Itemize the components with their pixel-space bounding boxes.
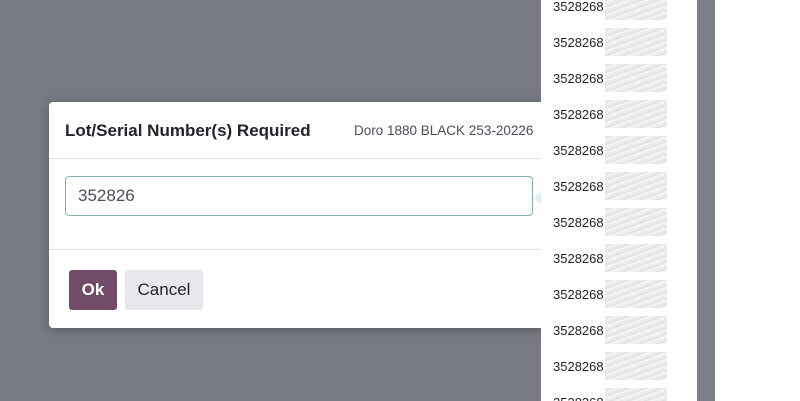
dropdown-item-label: 3528268 [553, 142, 604, 158]
dropdown-item-label: 3528268 [553, 106, 604, 122]
dropdown-item[interactable]: 3528268 [541, 348, 697, 384]
page-edge-strip [697, 0, 715, 401]
redacted-suffix [605, 244, 667, 272]
dropdown-item[interactable]: 3528268 [541, 276, 697, 312]
dialog-header: Lot/Serial Number(s) Required Doro 1880 … [49, 102, 569, 159]
product-name: Doro 1880 BLACK 253-20226 [354, 123, 534, 138]
dropdown-item[interactable]: 3528268 [541, 24, 697, 60]
dropdown-item[interactable]: 3528268 [541, 0, 697, 24]
dropdown-item[interactable]: 3528268 [541, 240, 697, 276]
redacted-suffix [605, 100, 667, 128]
redacted-suffix [605, 0, 667, 20]
redacted-suffix [605, 172, 667, 200]
redacted-suffix [605, 316, 667, 344]
dropdown-item[interactable]: 3528268 [541, 312, 697, 348]
cancel-button[interactable]: Cancel [125, 270, 203, 310]
dropdown-item-label: 3528268 [553, 214, 604, 230]
dropdown-item-label: 3528268 [553, 286, 604, 302]
dialog-title: Lot/Serial Number(s) Required [65, 121, 311, 140]
dropdown-item-label: 3528268 [553, 0, 604, 14]
dropdown-item-label: 3528268 [553, 34, 604, 50]
dropdown-item[interactable]: 3528268 [541, 132, 697, 168]
redacted-suffix [605, 352, 667, 380]
dropdown-item-label: 3528268 [553, 395, 604, 401]
dropdown-item[interactable]: 3528268 [541, 168, 697, 204]
ok-button[interactable]: Ok [69, 270, 117, 310]
dropdown-item-label: 3528268 [553, 70, 604, 86]
redacted-suffix [605, 208, 667, 236]
dropdown-item[interactable]: 3528268 [541, 384, 697, 401]
redacted-suffix [605, 28, 667, 56]
lot-serial-dialog: Lot/Serial Number(s) Required Doro 1880 … [49, 102, 569, 328]
dropdown-item-label: 3528268 [553, 178, 604, 194]
redacted-suffix [605, 388, 667, 401]
dialog-footer: Ok Cancel [49, 249, 569, 328]
dropdown-item-label: 3528268 [553, 358, 604, 374]
lot-serial-input[interactable] [65, 176, 533, 216]
dropdown-item[interactable]: 3528268 [541, 60, 697, 96]
redacted-suffix [605, 64, 667, 92]
redacted-suffix [605, 136, 667, 164]
dropdown-item-label: 3528268 [553, 250, 604, 266]
redacted-suffix [605, 280, 667, 308]
dropdown-item-label: 3528268 [553, 322, 604, 338]
lot-suggestions-dropdown: 3528268 3528268 3528268 3528268 3528268 … [541, 0, 697, 401]
dropdown-item[interactable]: 3528268 [541, 204, 697, 240]
dropdown-item[interactable]: 3528268 [541, 96, 697, 132]
